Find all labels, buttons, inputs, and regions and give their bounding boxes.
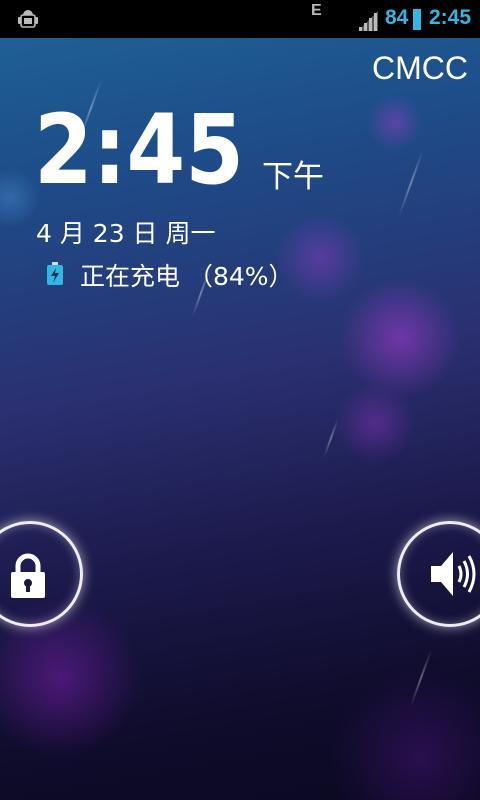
lock-icon[interactable] [9, 553, 47, 599]
signal-strength-icon [358, 11, 378, 31]
clock-time: 2:45 [34, 103, 244, 187]
battery-charging-icon [47, 262, 63, 285]
battery-percent: 84 [385, 6, 409, 29]
carrier-label: CMCC [372, 50, 468, 86]
lockscreen-clock: 2:45 [34, 103, 244, 187]
clock-ampm: 下午 [262, 159, 324, 195]
network-type-indicator: E [311, 2, 322, 19]
android-debug-icon [18, 10, 38, 28]
status-bar: E 84 2:45 [0, 0, 480, 38]
charging-status: 正在充电 （84%） [80, 262, 294, 291]
battery-icon [413, 9, 421, 30]
status-time: 2:45 [429, 6, 472, 29]
speaker-icon[interactable] [429, 548, 479, 600]
date-label: 4 月 23 日 周一 [36, 219, 216, 248]
